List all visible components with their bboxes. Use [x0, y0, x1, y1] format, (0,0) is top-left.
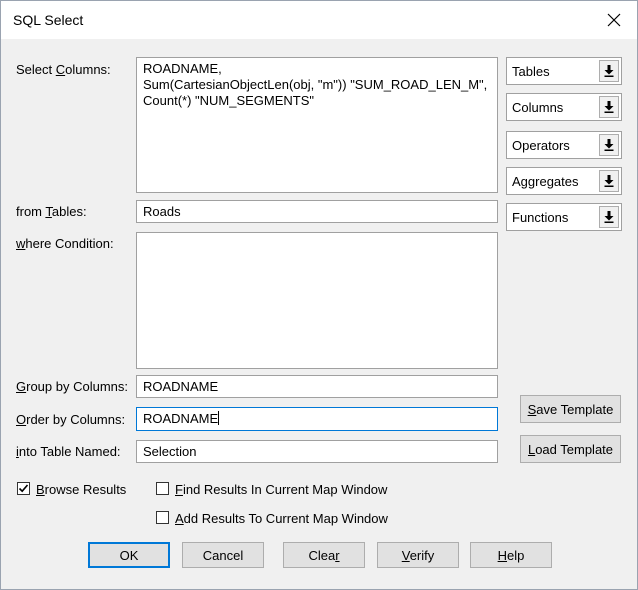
- dropdown-button[interactable]: [599, 96, 619, 118]
- aggregates-dropdown[interactable]: Aggregates: [506, 167, 622, 195]
- order-by-field[interactable]: ROADNAME: [136, 407, 498, 431]
- load-template-button[interactable]: Load Template: [520, 435, 621, 463]
- where-condition-label: where Condition:: [16, 236, 114, 251]
- ok-button[interactable]: OK: [88, 542, 170, 568]
- help-label: Help: [497, 547, 525, 563]
- clear-label: Clear: [308, 547, 340, 563]
- sql-select-dialog: SQL Select Select Columns: from Tables: …: [0, 0, 638, 590]
- order-by-label: Order by Columns:: [16, 412, 126, 427]
- from-tables-label: from Tables:: [16, 204, 87, 219]
- find-results-checkbox[interactable]: [156, 482, 169, 495]
- dropdown-button[interactable]: [599, 134, 619, 156]
- tables-dropdown[interactable]: Tables: [506, 57, 622, 85]
- browse-results-label[interactable]: Browse Results: [36, 482, 126, 497]
- order-by-value: ROADNAME: [143, 411, 219, 426]
- arrow-down-bar-icon: [604, 139, 614, 151]
- verify-label: Verify: [401, 547, 435, 563]
- into-table-label: into Table Named:: [16, 444, 121, 459]
- save-template-button[interactable]: Save Template: [520, 395, 621, 423]
- dropdown-button[interactable]: [599, 206, 619, 228]
- checkmark-icon: [18, 484, 29, 493]
- load-template-label: Load Template: [527, 441, 614, 457]
- group-by-label: Group by Columns:: [16, 379, 129, 394]
- select-columns-label: Select Columns:: [16, 62, 111, 77]
- columns-dropdown[interactable]: Columns: [506, 93, 622, 121]
- where-condition-field[interactable]: [136, 232, 498, 369]
- find-results-label[interactable]: Find Results In Current Map Window: [175, 482, 387, 497]
- group-by-field[interactable]: ROADNAME: [136, 375, 498, 398]
- add-results-checkbox[interactable]: [156, 511, 169, 524]
- close-button[interactable]: [591, 1, 637, 39]
- save-template-label: Save Template: [527, 401, 614, 417]
- functions-dropdown-label: Functions: [512, 210, 569, 225]
- arrow-down-bar-icon: [604, 101, 614, 113]
- aggregates-dropdown-label: Aggregates: [512, 174, 579, 189]
- clear-button[interactable]: Clear: [283, 542, 365, 568]
- cancel-button[interactable]: Cancel: [182, 542, 264, 568]
- from-tables-field[interactable]: Roads: [136, 200, 498, 223]
- help-button[interactable]: Help: [470, 542, 552, 568]
- columns-dropdown-label: Columns: [512, 100, 564, 115]
- window-title: SQL Select: [13, 12, 84, 28]
- dropdown-button[interactable]: [599, 60, 619, 82]
- add-results-label[interactable]: Add Results To Current Map Window: [175, 511, 388, 526]
- close-icon: [607, 13, 621, 27]
- operators-dropdown-label: Operators: [512, 138, 570, 153]
- arrow-down-bar-icon: [604, 175, 614, 187]
- text-cursor: [218, 411, 220, 425]
- arrow-down-bar-icon: [604, 65, 614, 77]
- operators-dropdown[interactable]: Operators: [506, 131, 622, 159]
- verify-button[interactable]: Verify: [377, 542, 459, 568]
- select-columns-field[interactable]: ROADNAME, Sum(CartesianObjectLen(obj, "m…: [136, 57, 498, 193]
- dropdown-button[interactable]: [599, 170, 619, 192]
- into-table-field[interactable]: Selection: [136, 440, 498, 463]
- functions-dropdown[interactable]: Functions: [506, 203, 622, 231]
- tables-dropdown-label: Tables: [512, 64, 550, 79]
- browse-results-checkbox[interactable]: [17, 482, 30, 495]
- arrow-down-bar-icon: [604, 211, 614, 223]
- title-bar: SQL Select: [1, 1, 637, 39]
